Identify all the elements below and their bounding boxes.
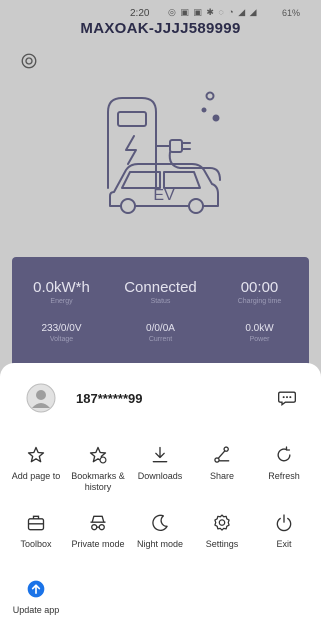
private-mode-label: Private mode (71, 539, 125, 549)
voltage-value: 233/0/0V (41, 323, 82, 334)
star-add-icon (27, 446, 45, 463)
ev-charger-illustration: EV (107, 91, 221, 214)
energy-value: 0.0kW*h (33, 279, 90, 296)
bookmarks-history-label: Bookmarks & history (71, 471, 125, 492)
refresh-icon (277, 446, 291, 462)
bookmarks-icon (89, 446, 107, 464)
voltage-label: Voltage (49, 336, 74, 343)
downloads-button[interactable]: Downloads (128, 445, 192, 482)
charging-time-stat: 00:00 Charging time (210, 279, 309, 305)
status-stat: Connected Status (111, 279, 210, 305)
toolbox-label: Toolbox (20, 539, 52, 549)
energy-label: Energy (50, 298, 73, 305)
status-icons: ◎ ▣ ▣ ✱ ◌ ◔ ◢ ◢ (168, 7, 258, 17)
night-mode-button[interactable]: Night mode (128, 513, 192, 550)
status-label: Status (150, 298, 171, 305)
add-page-to-label: Add page to (11, 471, 61, 481)
downloads-label: Downloads (137, 471, 183, 481)
power-stat: 0.0kW Power (210, 323, 309, 343)
app-background: 2:20 ◎ ▣ ▣ ✱ ◌ ◔ ◢ ◢ 61% MAXOAK-JJJJ5899… (0, 0, 321, 375)
share-label: Share (209, 471, 235, 481)
update-icon (27, 580, 45, 598)
update-app-button[interactable]: Update app (4, 579, 68, 616)
ev-label: EV (153, 187, 175, 204)
refresh-button[interactable]: Refresh (252, 445, 316, 482)
voltage-stat: 233/0/0V Voltage (12, 323, 111, 343)
status-time: 2:20 (130, 8, 150, 19)
message-icon[interactable] (277, 388, 297, 408)
gear-icon (214, 514, 230, 531)
browser-menu-sheet: 187******99 Add page to Bookmarks & hist… (0, 363, 321, 637)
current-stat: 0/0/0A Current (111, 323, 210, 343)
toolbox-button[interactable]: Toolbox (4, 513, 68, 550)
exit-label: Exit (276, 539, 292, 549)
status-value: Connected (124, 279, 197, 296)
refresh-label: Refresh (268, 471, 300, 481)
charging-time-label: Charging time (237, 298, 282, 305)
update-app-label: Update app (12, 605, 60, 615)
night-mode-label: Night mode (136, 539, 184, 549)
device-title: MAXOAK-JJJJ589999 (80, 20, 241, 37)
energy-stat: 0.0kW*h Energy (12, 279, 111, 305)
current-label: Current (148, 336, 173, 343)
toolbox-icon (27, 515, 45, 531)
stats-panel: 0.0kW*h Energy Connected Status 00:00 Ch… (12, 257, 309, 375)
settings-label: Settings (205, 539, 239, 549)
username: 187******99 (76, 391, 143, 406)
bookmarks-history-button[interactable]: Bookmarks & history (66, 445, 130, 493)
moon-icon (152, 514, 168, 531)
power-icon (276, 514, 292, 532)
incognito-icon (90, 515, 106, 531)
download-icon (152, 446, 168, 463)
avatar-icon[interactable] (26, 383, 56, 413)
settings-button[interactable]: Settings (190, 513, 254, 550)
current-value: 0/0/0A (146, 323, 175, 334)
charging-time-value: 00:00 (240, 279, 279, 296)
power-value: 0.0kW (245, 323, 274, 334)
private-mode-button[interactable]: Private mode (66, 513, 130, 550)
power-label: Power (249, 336, 270, 343)
exit-button[interactable]: Exit (252, 513, 316, 550)
share-icon (214, 446, 230, 463)
share-button[interactable]: Share (190, 445, 254, 482)
add-page-to-button[interactable]: Add page to (4, 445, 68, 482)
settings-gear-icon[interactable] (20, 52, 38, 70)
user-row[interactable]: 187******99 (0, 383, 321, 417)
battery-level: 61% (282, 8, 301, 18)
